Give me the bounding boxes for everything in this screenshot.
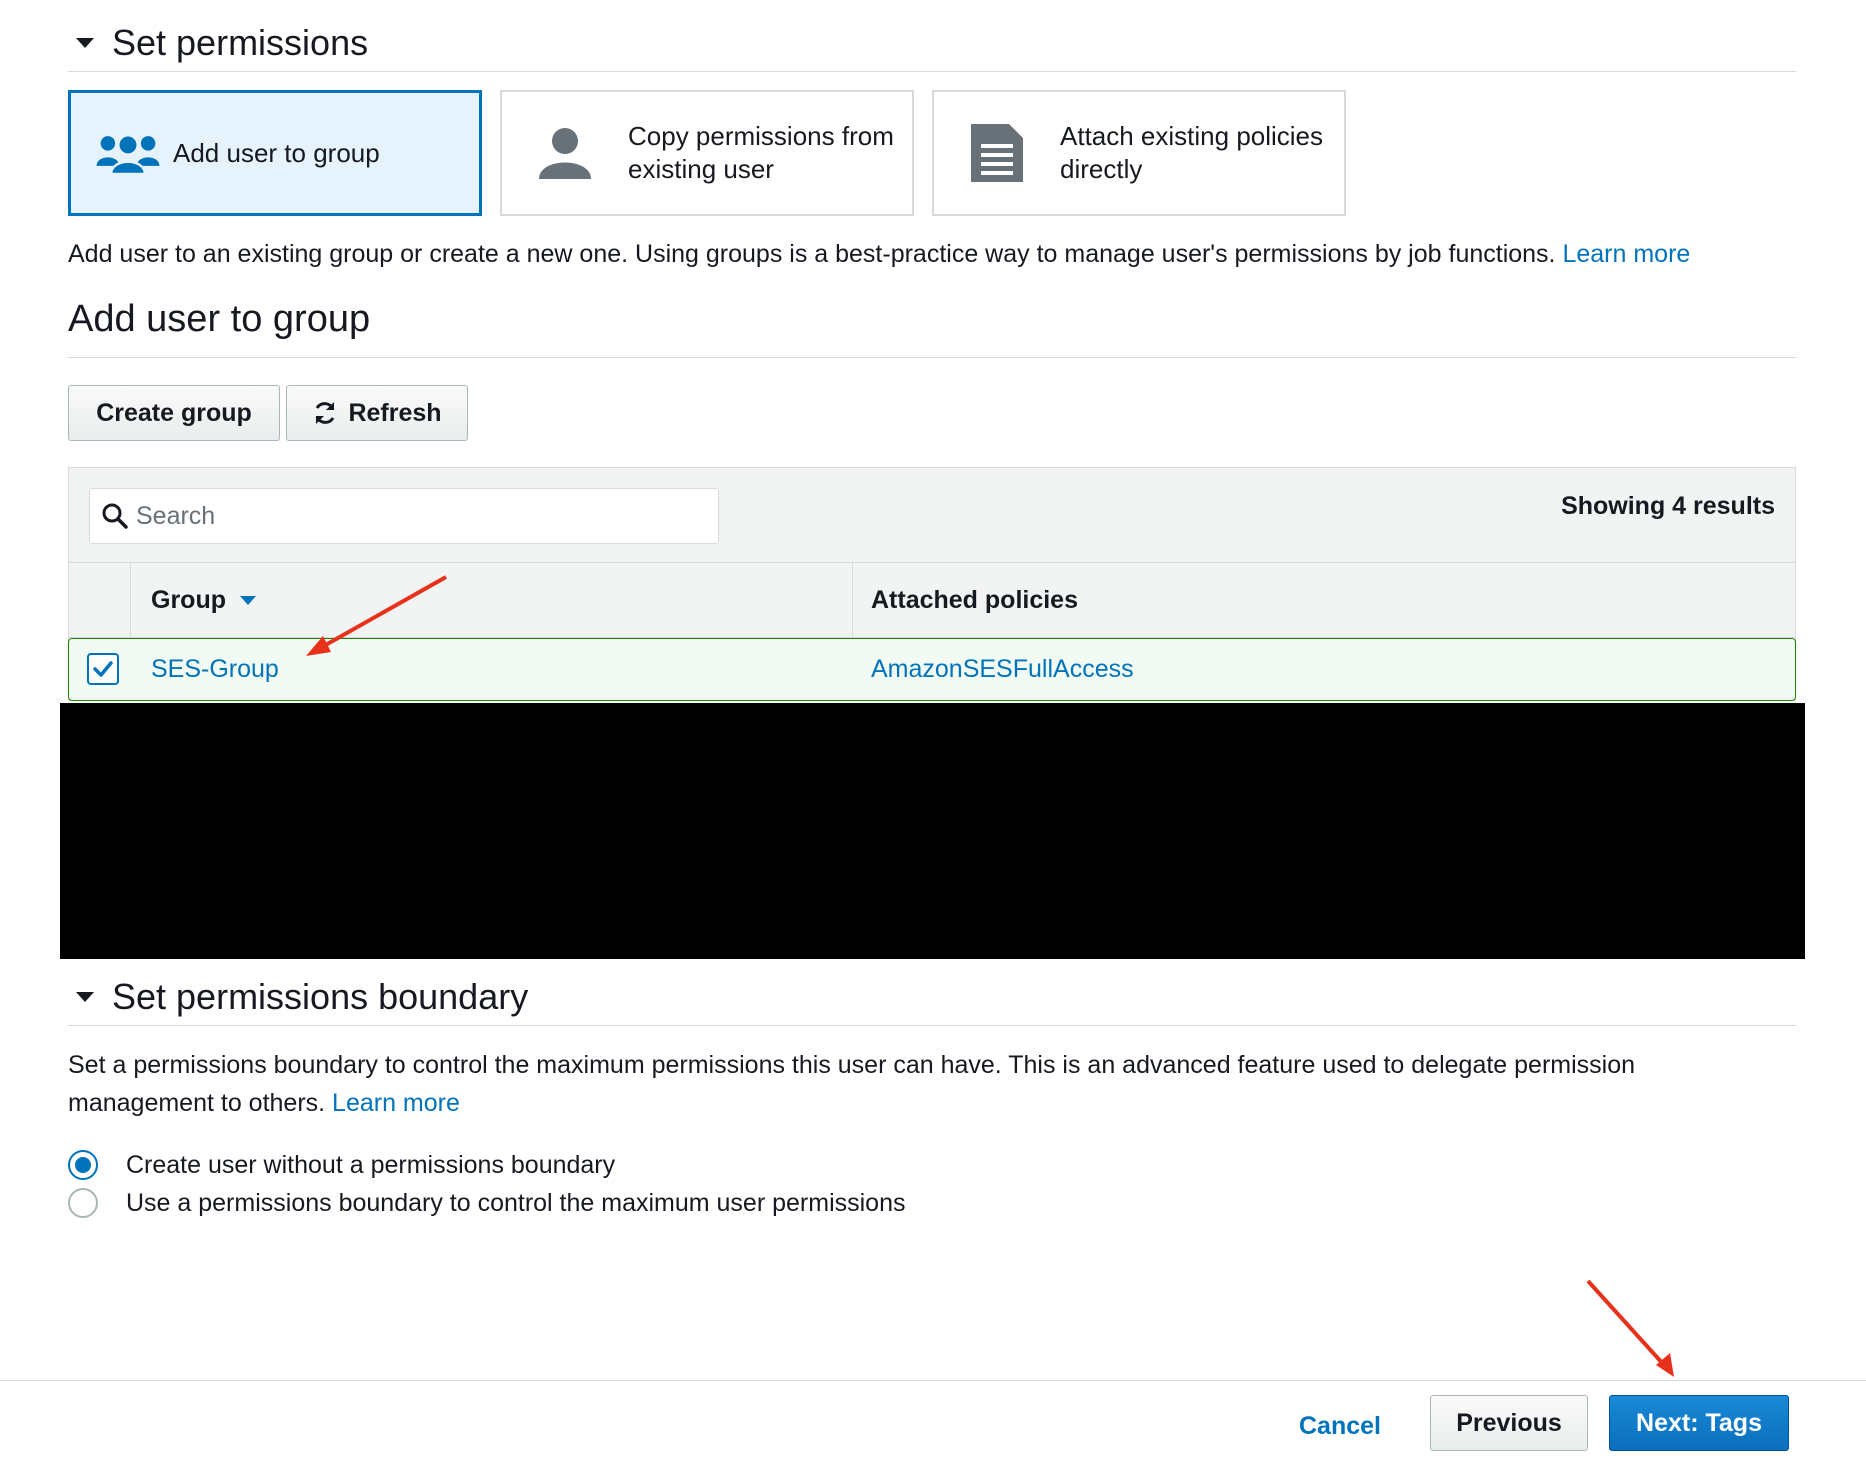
row-checkbox[interactable] [87,653,119,685]
learn-more-link[interactable]: Learn more [1562,240,1690,268]
cancel-button[interactable]: Cancel [1280,1403,1400,1449]
radio-use-boundary[interactable]: Use a permissions boundary to control th… [68,1188,905,1218]
wizard-footer: Cancel Previous Next: Tags [0,1380,1866,1460]
option-copy-permissions[interactable]: Copy permissions from existing user [500,90,914,216]
section-title: Set permissions boundary [112,975,529,1017]
radio-button[interactable] [68,1188,98,1218]
radio-label: Use a permissions boundary to control th… [126,1188,906,1217]
sort-down-icon [240,595,256,605]
permissions-description: Add user to an existing group or create … [68,235,1690,273]
user-icon [532,120,598,186]
table-row[interactable]: SES-Group AmazonSESFullAccess [68,638,1796,701]
group-name-link[interactable]: SES-Group [151,639,279,700]
next-tags-button[interactable]: Next: Tags [1609,1395,1789,1451]
search-box[interactable] [89,488,719,544]
description-text: Add user to an existing group or create … [68,240,1556,268]
select-column-header [69,563,131,637]
column-divider [852,563,853,637]
document-icon [964,120,1030,186]
column-label: Group [151,585,226,614]
groups-table: Showing 4 results Group Attached policie… [68,467,1796,701]
table-toolbar: Showing 4 results [69,468,1795,563]
option-add-user-to-group[interactable]: Add user to group [68,90,482,216]
search-icon [102,503,128,529]
caret-down-icon [76,37,94,48]
redacted-area [60,703,1805,959]
column-header-attached-policies[interactable]: Attached policies [871,563,1078,637]
learn-more-link[interactable]: Learn more [332,1089,460,1117]
radio-label: Create user without a permissions bounda… [126,1150,616,1179]
set-permissions-boundary-header[interactable]: Set permissions boundary [68,968,1796,1026]
option-label: Copy permissions from existing user [628,121,894,184]
set-permissions-header[interactable]: Set permissions [68,14,1796,72]
boundary-description: Set a permissions boundary to control th… [68,1046,1768,1122]
arrow-annotation-icon [1586,1279,1674,1377]
refresh-label: Refresh [348,398,442,427]
section-title: Set permissions [112,21,369,63]
option-attach-policies[interactable]: Attach existing policies directly [932,90,1346,216]
search-input[interactable] [136,501,696,531]
add-user-to-group-heading: Add user to group [68,298,1796,358]
refresh-icon [312,400,338,426]
table-header: Group Attached policies [69,563,1795,638]
previous-button[interactable]: Previous [1430,1395,1588,1451]
radio-no-boundary[interactable]: Create user without a permissions bounda… [68,1150,615,1180]
caret-down-icon [76,991,94,1002]
refresh-button[interactable]: Refresh [286,385,468,441]
option-label: Attach existing policies directly [1060,121,1324,184]
policy-link[interactable]: AmazonSESFullAccess [871,639,1134,700]
radio-button[interactable] [68,1150,98,1180]
results-count: Showing 4 results [1561,492,1775,520]
create-group-button[interactable]: Create group [68,385,280,441]
users-group-icon [95,120,161,186]
option-label: Add user to group [173,137,380,168]
checkmark-icon [93,661,113,677]
column-header-group[interactable]: Group [151,563,256,637]
description-text: Set a permissions boundary to control th… [68,1051,1636,1117]
